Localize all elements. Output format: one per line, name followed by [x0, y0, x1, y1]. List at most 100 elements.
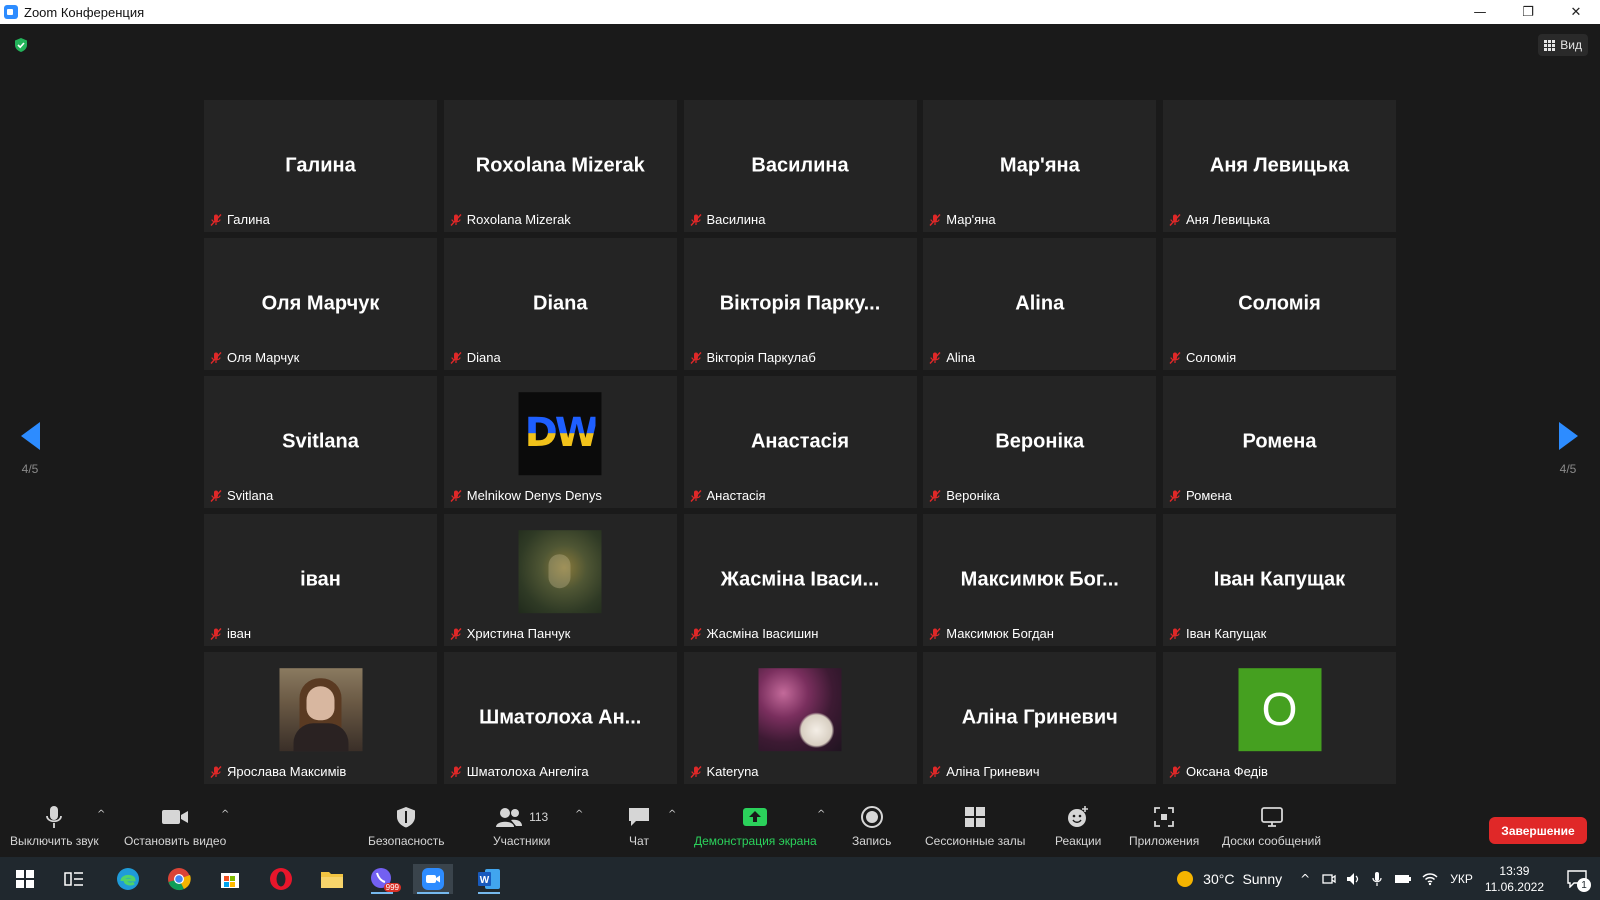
- volume-icon[interactable]: [1346, 872, 1362, 886]
- participant-label: іван: [209, 625, 251, 643]
- taskbar-store[interactable]: [215, 864, 245, 894]
- restore-button[interactable]: ❐: [1504, 0, 1552, 24]
- security-shield-icon[interactable]: [13, 37, 29, 53]
- chat-options-chevron-icon[interactable]: ^: [668, 809, 676, 820]
- participant-tile[interactable]: Іван Капущак Іван Капущак: [1163, 514, 1396, 646]
- video-options-chevron-icon[interactable]: ^: [221, 809, 229, 820]
- participant-tile[interactable]: Ярослава Максимів: [204, 652, 437, 784]
- participant-tile[interactable]: Василина Василина: [683, 100, 917, 232]
- next-page-button[interactable]: 4/5: [1543, 422, 1593, 476]
- share-options-chevron-icon[interactable]: ^: [817, 809, 825, 820]
- notification-center-button[interactable]: 1: [1560, 857, 1594, 900]
- participant-tile[interactable]: DW Melnikow Denys Denys: [443, 376, 677, 508]
- word-app-icon: W: [478, 869, 500, 889]
- muted-mic-icon: [210, 489, 222, 502]
- microphone-in-use-icon[interactable]: [1372, 871, 1382, 887]
- taskbar-word[interactable]: W: [474, 864, 504, 894]
- taskbar-opera[interactable]: [266, 864, 296, 894]
- mute-button[interactable]: Выключить звук: [10, 803, 99, 848]
- participant-tile[interactable]: Alina Alina: [923, 238, 1157, 370]
- taskbar-file-explorer[interactable]: [317, 864, 347, 894]
- participant-tile[interactable]: Галина Галина: [204, 100, 437, 232]
- participant-label: Ромена: [1168, 487, 1232, 505]
- meeting-toolbar: Выключить звук ^ Остановить видео ^ Безо…: [0, 801, 1600, 857]
- stop-video-button[interactable]: Остановить видео: [124, 803, 226, 848]
- taskbar-edge[interactable]: [113, 864, 143, 894]
- participants-button[interactable]: 113 Участники: [493, 803, 550, 848]
- participant-tile[interactable]: Соломія Соломія: [1163, 238, 1396, 370]
- apps-button[interactable]: Приложения: [1129, 803, 1199, 848]
- muted-mic-icon: [929, 627, 941, 640]
- taskbar-zoom[interactable]: [413, 864, 453, 894]
- task-view-button[interactable]: [59, 864, 89, 894]
- weather-condition[interactable]: Sunny: [1242, 871, 1282, 887]
- participant-initial-avatar: O: [1238, 667, 1321, 751]
- page-indicator-left: 4/5: [21, 462, 39, 476]
- participant-tile[interactable]: Diana Diana: [443, 238, 677, 370]
- participant-name: Анастасія: [706, 488, 766, 503]
- view-button[interactable]: Вид: [1538, 34, 1588, 56]
- participant-tile[interactable]: Roxolana Mizerak Roxolana Mizerak: [443, 100, 677, 232]
- participant-label: Ярослава Максимів: [209, 763, 346, 781]
- participant-tile[interactable]: Шматолоха Ан... Шматолоха Ангеліга: [443, 652, 677, 784]
- participant-tile[interactable]: Ромена Ромена: [1163, 376, 1396, 508]
- meet-now-icon[interactable]: [1322, 872, 1336, 886]
- participant-display-name: Оля Марчук: [261, 292, 380, 315]
- taskbar-viber[interactable]: 999: [367, 864, 401, 894]
- participant-tile[interactable]: Анастасія Анастасія: [683, 376, 917, 508]
- muted-mic-icon: [689, 213, 702, 226]
- participant-tile[interactable]: Вікторія Парку... Вікторія Паркулаб: [683, 238, 917, 370]
- security-label: Безопасность: [368, 834, 445, 848]
- minimize-button[interactable]: —: [1456, 0, 1504, 24]
- participant-tile[interactable]: Аліна Гриневич Аліна Гриневич: [923, 652, 1157, 784]
- participant-tile[interactable]: іван іван: [204, 514, 437, 646]
- participant-display-name: Шматолоха Ан...: [479, 706, 642, 729]
- security-button[interactable]: Безопасность: [368, 803, 445, 848]
- participant-label: Жасміна Івасишин: [689, 625, 818, 643]
- zoom-app-icon: [4, 5, 18, 19]
- participant-tile[interactable]: Максимюк Бог... Максимюк Богдан: [923, 514, 1157, 646]
- participant-label: Оля Марчук: [209, 349, 299, 367]
- record-button[interactable]: Запись: [852, 803, 891, 848]
- show-hidden-icons-chevron-icon[interactable]: ^: [1300, 872, 1310, 886]
- participant-name: Melnikow Denys Denys: [466, 488, 602, 503]
- participant-tile[interactable]: Оля Марчук Оля Марчук: [204, 238, 437, 370]
- weather-temperature[interactable]: 30°C: [1203, 871, 1234, 887]
- previous-page-button[interactable]: 4/5: [5, 422, 55, 476]
- input-language[interactable]: УКР: [1450, 872, 1473, 886]
- wifi-icon[interactable]: [1422, 872, 1438, 886]
- participant-label: Соломія: [1168, 349, 1236, 367]
- participant-tile[interactable]: Svitlana Svitlana: [204, 376, 437, 508]
- taskbar-chrome[interactable]: [164, 864, 194, 894]
- participants-options-chevron-icon[interactable]: ^: [575, 809, 583, 820]
- end-meeting-button[interactable]: Завершение: [1489, 817, 1587, 844]
- close-button[interactable]: ✕: [1552, 0, 1600, 24]
- chat-button[interactable]: Чат: [627, 803, 651, 848]
- participant-tile[interactable]: O Оксана Федів: [1163, 652, 1396, 784]
- muted-mic-icon: [450, 213, 462, 226]
- participant-tile[interactable]: Вероніка Вероніка: [923, 376, 1157, 508]
- participant-name: Оксана Федів: [1186, 764, 1268, 779]
- participant-tile[interactable]: Аня Левицька Аня Левицька: [1163, 100, 1396, 232]
- breakout-rooms-button[interactable]: Сессионные залы: [925, 803, 1025, 848]
- participant-display-name: Аня Левицька: [1209, 154, 1350, 177]
- participant-tile[interactable]: Жасміна Іваси... Жасміна Івасишин: [683, 514, 917, 646]
- participant-display-name: Roxolana Mizerak: [475, 154, 645, 177]
- reactions-button[interactable]: Реакции: [1055, 803, 1101, 848]
- participant-label: Аня Левицька: [1168, 211, 1270, 229]
- microphone-icon: [46, 806, 63, 828]
- participant-tile[interactable]: Христина Панчук: [443, 514, 677, 646]
- stop-video-label: Остановить видео: [124, 834, 227, 848]
- participant-avatar-image: [758, 667, 842, 751]
- battery-icon[interactable]: [1394, 873, 1412, 885]
- share-screen-button[interactable]: Демонстрация экрана: [694, 803, 817, 848]
- participant-tile[interactable]: Kateryna: [683, 652, 917, 784]
- svg-text:W: W: [480, 875, 490, 886]
- participant-name: Шматолоха Ангеліга: [466, 764, 589, 779]
- start-button[interactable]: [10, 864, 40, 894]
- participant-tile[interactable]: Мар'яна Мар'яна: [923, 100, 1157, 232]
- opera-browser-icon: [270, 868, 292, 890]
- clock[interactable]: 13:39 11.06.2022: [1485, 863, 1544, 895]
- audio-options-chevron-icon[interactable]: ^: [97, 809, 105, 820]
- whiteboards-button[interactable]: Доски сообщений: [1222, 803, 1321, 848]
